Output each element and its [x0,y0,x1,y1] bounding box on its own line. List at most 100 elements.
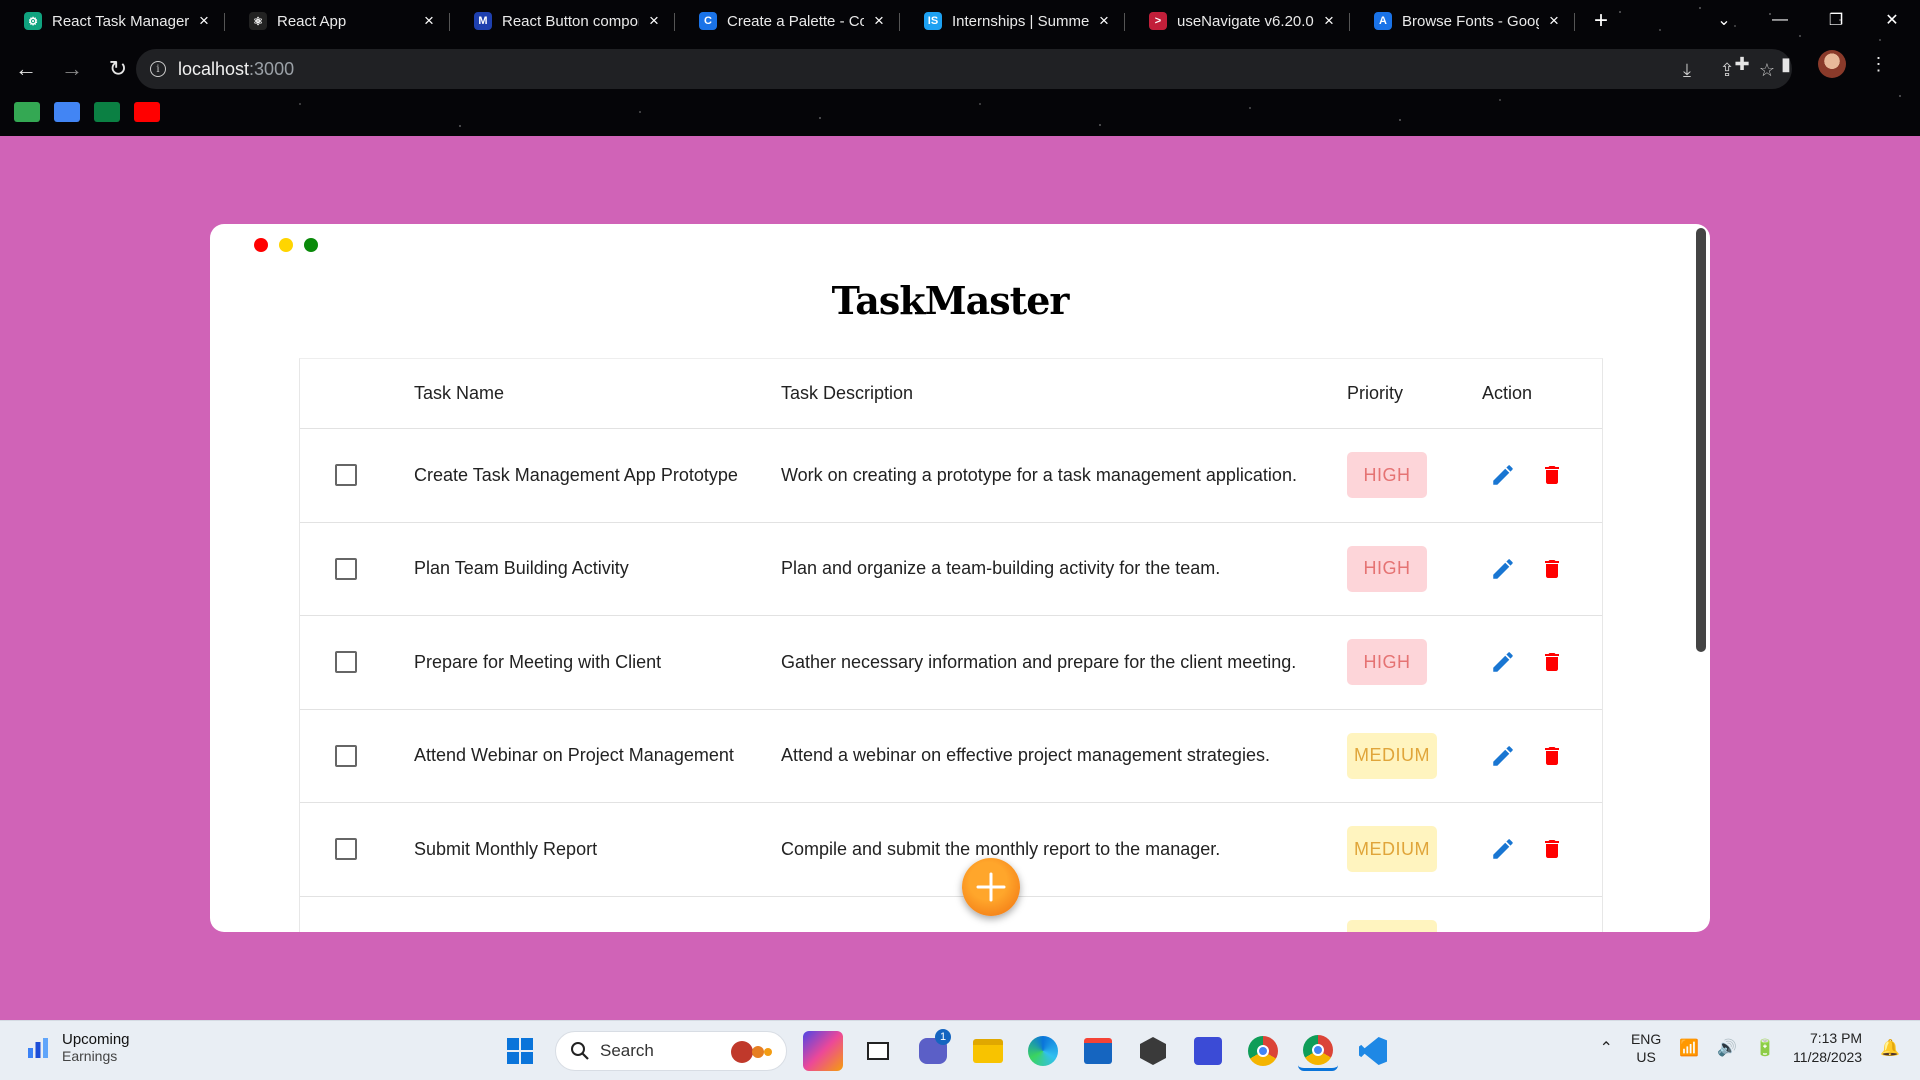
new-tab-button[interactable]: + [1583,3,1619,39]
delete-icon[interactable] [1540,743,1564,769]
copilot-icon[interactable] [803,1031,843,1071]
window-dot[interactable] [279,238,293,252]
browser-tab[interactable]: C Create a Palette - Co × [675,0,900,42]
task-checkbox[interactable] [335,838,357,861]
column-header-priority: Priority [1347,383,1404,403]
wifi-icon[interactable]: 📶 [1679,1038,1699,1058]
bookmark-icon[interactable] [14,102,40,122]
menu-icon[interactable]: ⋮ [1866,52,1890,76]
back-button[interactable]: ← [6,49,46,89]
language-indicator[interactable]: ENG US [1631,1030,1661,1066]
edit-icon[interactable] [1490,743,1516,769]
tab-close-icon[interactable]: × [1095,11,1113,31]
bookmark-icon[interactable] [94,102,120,122]
clock-time: 7:13 PM [1809,1030,1863,1046]
address-host: localhost [178,58,250,79]
delete-icon[interactable] [1540,556,1564,582]
priority-badge: MEDIUM [1347,732,1437,779]
window-dot[interactable] [254,238,268,252]
browser-tab[interactable]: IS Internships | Summer × [900,0,1125,42]
tab-close-icon[interactable]: × [420,11,438,31]
edit-icon[interactable] [1490,556,1516,582]
taskbar-apps: Search 1 [500,1029,1408,1071]
widgets-button[interactable]: Upcoming Earnings [26,1031,130,1064]
delete-icon[interactable] [1540,930,1564,932]
task-checkbox[interactable] [335,464,357,487]
install-app-icon[interactable]: ⤓ [1676,59,1698,81]
volume-icon[interactable]: 🔊 [1717,1038,1737,1058]
add-task-button[interactable] [962,858,1020,916]
reload-button[interactable]: ↻ [98,49,138,89]
browser-tab[interactable]: > useNavigate v6.20.0 × [1125,0,1350,42]
tab-favicon-icon: C [699,12,717,30]
extensions-icon[interactable]: ✚ [1730,52,1754,76]
battery-icon[interactable]: 🔋 [1755,1038,1775,1058]
search-icon [571,1042,589,1060]
task-checkbox[interactable] [335,557,357,580]
taskbar-search[interactable]: Search [555,1031,787,1071]
forward-button[interactable]: → [52,49,92,89]
side-panel-icon[interactable]: ▮ [1774,52,1798,76]
notifications-icon[interactable]: 🔔 [1880,1038,1900,1058]
app-hexagon-icon[interactable] [1133,1031,1173,1071]
scrollbar-thumb[interactable] [1696,228,1706,652]
edit-icon[interactable] [1490,836,1516,862]
browser-tab[interactable]: A Browse Fonts - Goog × [1350,0,1575,42]
window-dot[interactable] [304,238,318,252]
lang-bottom: US [1636,1049,1656,1065]
tab-title: useNavigate v6.20.0 [1177,12,1314,30]
file-explorer-icon[interactable] [968,1031,1008,1071]
priority-badge: HIGH [1347,452,1427,499]
priority-badge: MEDIUM [1347,826,1437,873]
edit-icon[interactable] [1490,462,1516,488]
teams-chat-icon[interactable]: 1 [913,1029,953,1071]
chrome-profile-icon[interactable] [1298,1031,1338,1071]
priority-badge: HIGH [1347,639,1427,686]
close-window-button[interactable]: ✕ [1864,0,1920,40]
edit-icon[interactable] [1490,649,1516,675]
task-checkbox[interactable] [335,744,357,767]
site-info-icon[interactable]: i [150,61,166,77]
clock[interactable]: 7:13 PM 11/28/2023 [1793,1029,1862,1067]
priority-badge: HIGH [1347,545,1427,592]
address-port: :3000 [249,58,295,79]
notion-like-icon[interactable] [1188,1031,1228,1071]
edit-icon[interactable] [1490,930,1516,932]
profile-avatar[interactable] [1818,50,1846,78]
browser-tab[interactable]: ⚙ React Task Manager / × [0,0,225,42]
chrome-icon[interactable] [1243,1031,1283,1071]
windows-icon [507,1038,533,1064]
delete-icon[interactable] [1540,462,1564,488]
tab-close-icon[interactable]: × [870,11,888,31]
windows-taskbar: Upcoming Earnings Search 1 ⌃ ENG US 📶 🔊 … [0,1020,1920,1080]
bookmark-icon[interactable] [54,102,80,122]
restore-button[interactable]: ❐ [1808,0,1864,40]
delete-icon[interactable] [1540,836,1564,862]
system-tray: ⌃ ENG US 📶 🔊 🔋 7:13 PM 11/28/2023 🔔 [1600,1029,1900,1067]
minimize-button[interactable]: — [1752,0,1808,40]
bookmark-icon[interactable] [134,102,160,122]
tab-search-icon[interactable]: ⌄ [1696,0,1752,40]
search-highlight-icon [731,1041,772,1063]
column-header-description: Task Description [781,383,914,403]
browser-tab[interactable]: ⚛ React App × [225,0,450,42]
vscode-icon[interactable] [1353,1031,1393,1071]
tab-close-icon[interactable]: × [645,11,663,31]
edge-icon[interactable] [1023,1031,1063,1071]
widget-subtitle: Earnings [62,1048,118,1064]
browser-tab[interactable]: M React Button compon × [450,0,675,42]
delete-icon[interactable] [1540,649,1564,675]
app-window: TaskMaster Task Name Task Description Pr… [210,224,1710,932]
address-bar[interactable]: i localhost:3000 ⤓ ⇪ ☆ [136,49,1792,89]
clock-date: 11/28/2023 [1793,1049,1863,1065]
chevron-up-icon[interactable]: ⌃ [1600,1038,1613,1058]
task-view-icon[interactable] [858,1031,898,1071]
search-label: Search [600,1041,654,1060]
tab-favicon-icon: ⚛ [249,12,267,30]
tab-close-icon[interactable]: × [195,11,213,31]
tab-close-icon[interactable]: × [1545,11,1563,31]
task-checkbox[interactable] [335,651,357,674]
store-icon[interactable] [1078,1031,1118,1071]
tab-close-icon[interactable]: × [1320,11,1338,31]
start-button[interactable] [500,1031,540,1071]
